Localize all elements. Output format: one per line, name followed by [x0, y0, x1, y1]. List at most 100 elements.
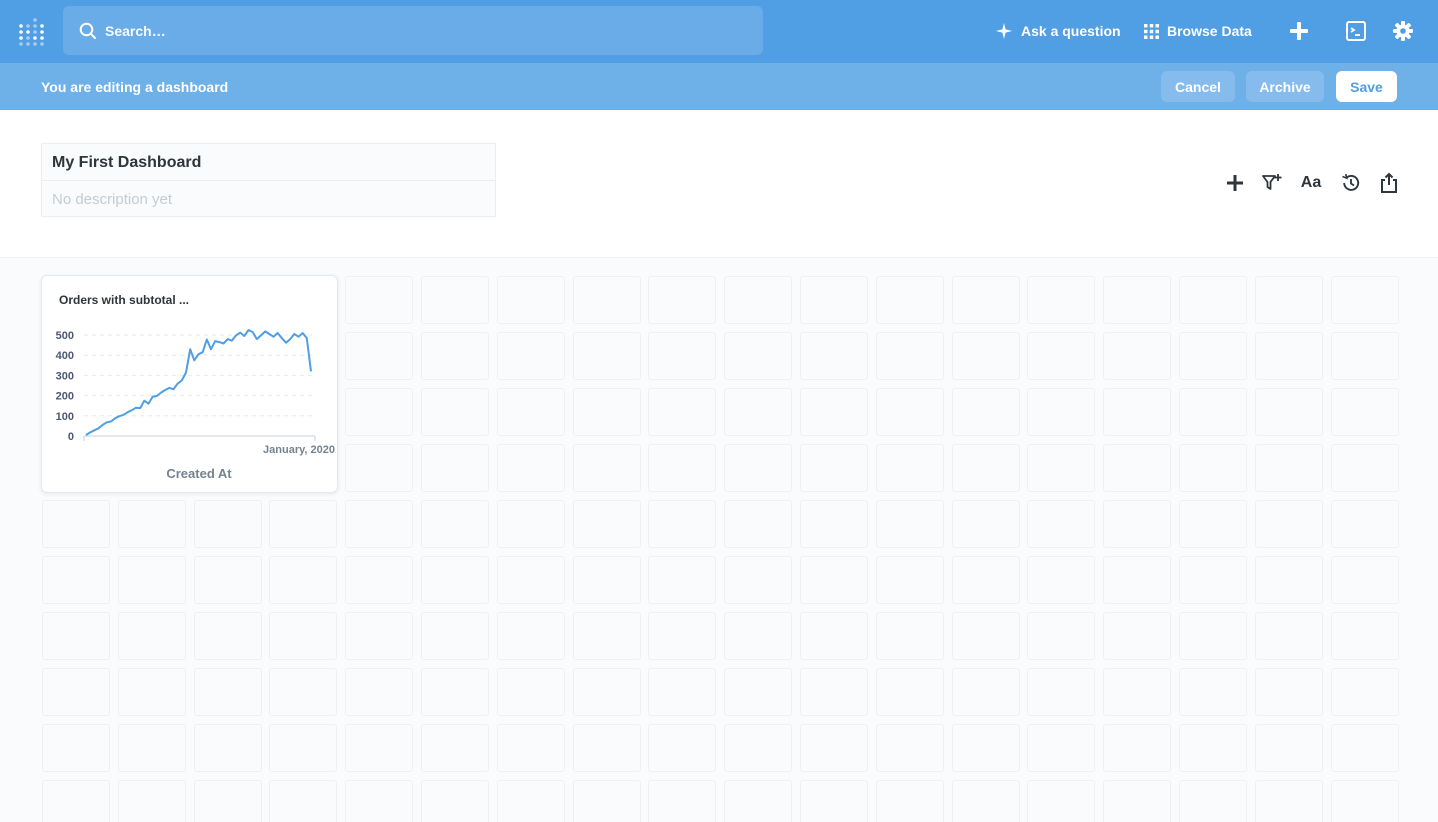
archive-button[interactable]: Archive [1246, 71, 1324, 102]
grid-cell [1254, 668, 1323, 716]
grid-cell [1254, 276, 1323, 324]
grid-cell [269, 724, 338, 772]
chart-series-line [85, 329, 312, 436]
grid-cell [875, 668, 944, 716]
search-bar[interactable]: Search… [63, 6, 763, 55]
top-nav: Search… Ask a question Browse Data [0, 0, 1438, 63]
grid-cell [1027, 556, 1096, 604]
grid-cell [193, 500, 262, 548]
grid-cell [800, 612, 868, 660]
revision-history-button[interactable] [1340, 172, 1362, 194]
grid-cell [1027, 724, 1096, 772]
grid-cell [951, 500, 1020, 548]
add-filter-button[interactable] [1261, 172, 1283, 194]
sql-editor-icon[interactable] [1345, 20, 1367, 42]
grid-cell [496, 500, 565, 548]
history-icon [1342, 173, 1360, 191]
grid-cell [117, 724, 186, 772]
grid-cell [421, 556, 489, 604]
grid-cell [1027, 500, 1096, 548]
grid-cell [269, 668, 338, 716]
grid-cell [724, 556, 793, 604]
grid-cell [1330, 612, 1399, 660]
grid-cell [648, 780, 717, 822]
chart-y-tick-label: 0 [68, 431, 74, 443]
grid-cell [1027, 780, 1096, 822]
add-icon [1227, 175, 1243, 191]
grid-cell [1103, 444, 1172, 492]
dashboard-description-input[interactable]: No description yet [42, 181, 495, 217]
grid-cell [1103, 276, 1172, 324]
grid-cell [1103, 388, 1172, 436]
grid-cell [572, 668, 641, 716]
grid-cell [1027, 444, 1096, 492]
grid-cell [724, 612, 793, 660]
grid-cell [269, 780, 338, 822]
grid-cell [1330, 780, 1399, 822]
grid-cell [951, 780, 1020, 822]
grid-cell [1330, 668, 1399, 716]
share-icon [1381, 172, 1397, 193]
grid-cell [1254, 724, 1323, 772]
grid-cell [193, 780, 262, 822]
grid-cell [1179, 556, 1247, 604]
grid-cell [1330, 556, 1399, 604]
grid-cell [648, 668, 717, 716]
grid-cell [724, 444, 793, 492]
grid-icon [1144, 23, 1159, 39]
grid-cell [572, 388, 641, 436]
grid-cell [421, 276, 489, 324]
grid-cell [800, 556, 868, 604]
grid-cell [421, 444, 489, 492]
add-text-button[interactable]: Aa [1299, 172, 1323, 194]
save-button[interactable]: Save [1336, 71, 1397, 102]
grid-cell [1179, 724, 1247, 772]
title-editor: My First Dashboard No description yet [41, 143, 496, 217]
sparkle-icon [996, 23, 1012, 39]
grid-cell [269, 500, 338, 548]
grid-cell [345, 444, 414, 492]
grid-cell [572, 500, 641, 548]
dashboard-title-input[interactable]: My First Dashboard [42, 144, 495, 181]
grid-cell [1103, 556, 1172, 604]
metabase-logo-icon[interactable] [18, 17, 46, 47]
ask-question-label: Ask a question [1021, 23, 1121, 39]
grid-cell [572, 444, 641, 492]
add-question-button[interactable] [1224, 172, 1246, 194]
grid-cell [1103, 332, 1172, 380]
grid-cell [648, 612, 717, 660]
grid-cell [345, 388, 414, 436]
grid-cell [875, 332, 944, 380]
grid-cell [875, 276, 944, 324]
cancel-button[interactable]: Cancel [1161, 71, 1235, 102]
grid-cell [421, 500, 489, 548]
grid-cell [345, 780, 414, 822]
grid-cell [875, 724, 944, 772]
ask-question-button[interactable]: Ask a question [995, 19, 1121, 43]
chart-y-tick-label: 300 [56, 370, 74, 382]
line-chart: 0 100 200 300 400 500 January, 2020 Created A… [56, 329, 335, 481]
grid-cell [875, 780, 944, 822]
grid-cell [951, 444, 1020, 492]
gear-icon[interactable] [1392, 20, 1414, 42]
grid-cell [1103, 780, 1172, 822]
grid-cell [42, 556, 110, 604]
grid-cell [800, 668, 868, 716]
grid-cell [1179, 332, 1247, 380]
grid-cell [724, 276, 793, 324]
grid-cell [42, 780, 110, 822]
dashboard-card[interactable]: Orders with subtotal ... 0 100 200 300 400 50… [41, 275, 338, 493]
grid-cell [496, 332, 565, 380]
grid-cell [1179, 612, 1247, 660]
grid-cell [496, 276, 565, 324]
grid-cell [421, 332, 489, 380]
grid-cell [345, 668, 414, 716]
browse-data-button[interactable]: Browse Data [1144, 19, 1252, 43]
grid-cell [572, 276, 641, 324]
grid-cell [648, 556, 717, 604]
share-button[interactable] [1378, 172, 1400, 194]
grid-cell [1027, 388, 1096, 436]
grid-cell [800, 388, 868, 436]
add-icon[interactable] [1288, 20, 1310, 42]
grid-cell [421, 388, 489, 436]
